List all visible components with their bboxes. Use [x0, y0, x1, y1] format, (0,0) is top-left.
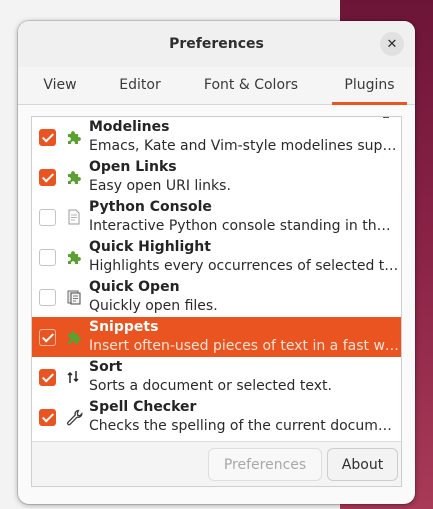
plugin-checkbox[interactable]: [39, 289, 56, 306]
plugin-description: Easy open URI links.: [89, 178, 231, 194]
plugin-preferences-button[interactable]: Preferences: [208, 448, 322, 481]
button-bar: Preferences About: [32, 441, 401, 486]
plugins-listbox: Modelines Emacs, Kate and Vim-style mode…: [31, 116, 402, 487]
plugin-checkbox[interactable]: [39, 129, 56, 146]
tab-plugins[interactable]: Plugins: [324, 67, 415, 105]
plugin-description: Highlights every occurrences of selected…: [89, 258, 399, 274]
tab-font-colors[interactable]: Font & Colors: [178, 67, 324, 104]
close-button[interactable]: ✕: [380, 32, 404, 56]
plugin-name: Quick Highlight: [89, 239, 211, 255]
plugin-row-sort[interactable]: Sort Sorts a document or selected text.: [32, 357, 401, 397]
dialog-title: Preferences: [169, 36, 264, 52]
plugin-name: Open Links: [89, 159, 177, 175]
plugin-name: Sort: [89, 359, 123, 375]
plugin-description: Sorts a document or selected text.: [89, 378, 332, 394]
plugin-description: Insert often-used pieces of text in a fa…: [89, 338, 399, 354]
plugin-row-quick-open[interactable]: Quick Open Quickly open files.: [32, 277, 401, 317]
plugin-description: Emacs, Kate and Vim-style modelines supp…: [89, 138, 399, 154]
plugin-checkbox[interactable]: [39, 169, 56, 186]
about-button[interactable]: About: [327, 448, 398, 481]
plugin-checkbox[interactable]: [39, 369, 56, 386]
plugin-row-python-console[interactable]: Python Console Interactive Python consol…: [32, 197, 401, 237]
puzzle-icon: [68, 131, 81, 144]
wrench-icon: [66, 409, 83, 426]
preferences-dialog: Preferences ✕ View Editor Font & Colors …: [18, 21, 415, 504]
tab-view[interactable]: View: [18, 67, 102, 104]
plugin-name: Snippets: [89, 319, 159, 335]
plugin-description: Interactive Python console standing in t…: [89, 218, 399, 234]
plugin-name: Modelines: [89, 119, 170, 135]
document-icon: [68, 209, 80, 225]
puzzle-icon: [68, 251, 81, 264]
plugin-row-quick-highlight[interactable]: Quick Highlight Highlights every occurre…: [32, 237, 401, 277]
tab-editor[interactable]: Editor: [102, 67, 178, 104]
plugin-checkbox[interactable]: [39, 209, 56, 226]
plugin-row-snippets[interactable]: Snippets Insert often-used pieces of tex…: [32, 317, 401, 357]
plugin-name: Spell Checker: [89, 399, 197, 415]
puzzle-icon: [68, 171, 81, 184]
titlebar: Preferences ✕: [18, 21, 415, 67]
plugin-row-spell-checker[interactable]: Spell Checker Checks the spelling of the…: [32, 397, 401, 437]
plugin-name: Python Console: [89, 199, 212, 215]
plugin-description: Quickly open files.: [89, 298, 218, 314]
plugin-checkbox[interactable]: [39, 409, 56, 426]
files-icon: [67, 290, 81, 305]
sort-icon: [67, 371, 79, 383]
plugin-checkbox[interactable]: [39, 249, 56, 266]
puzzle-icon: [68, 331, 81, 344]
plugin-list[interactable]: Modelines Emacs, Kate and Vim-style mode…: [32, 117, 401, 441]
plugin-name: Quick Open: [89, 279, 180, 295]
plugin-description: Checks the spelling of the current docum…: [89, 418, 399, 434]
close-icon: ✕: [386, 36, 398, 52]
tab-bar: View Editor Font & Colors Plugins: [18, 67, 415, 105]
plugin-checkbox[interactable]: [39, 329, 56, 346]
plugin-row-open-links[interactable]: Open Links Easy open URI links.: [32, 157, 401, 197]
plugin-row-modelines[interactable]: Modelines Emacs, Kate and Vim-style mode…: [32, 117, 401, 157]
